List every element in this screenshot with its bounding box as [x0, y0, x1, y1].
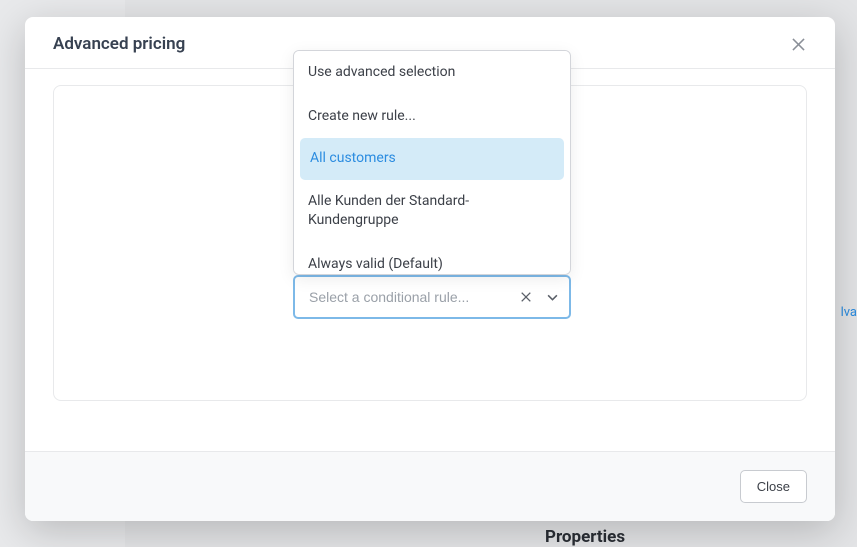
close-button[interactable]: Close: [740, 470, 807, 503]
clear-icon[interactable]: [519, 290, 533, 304]
modal-body: Use advanced selection Create new rule..…: [25, 69, 835, 451]
rule-select-input[interactable]: [309, 289, 519, 305]
dropdown-item-all-customers[interactable]: All customers: [300, 138, 564, 180]
partial-link[interactable]: lva: [841, 305, 857, 320]
chevron-down-icon[interactable]: [545, 290, 559, 304]
advanced-pricing-modal: Advanced pricing Use advanced selection …: [25, 17, 835, 521]
dropdown-item-create-rule[interactable]: Create new rule...: [294, 95, 570, 139]
close-icon[interactable]: [789, 35, 807, 53]
modal-footer: Close: [25, 451, 835, 521]
pricing-card: Use advanced selection Create new rule..…: [53, 85, 807, 401]
properties-heading: Properties: [545, 527, 625, 547]
select-icons: [519, 290, 559, 304]
dropdown-item-always-valid[interactable]: Always valid (Default): [294, 243, 570, 275]
modal-title: Advanced pricing: [53, 34, 185, 54]
dropdown-item-advanced-selection[interactable]: Use advanced selection: [294, 51, 570, 95]
rule-select[interactable]: [293, 275, 571, 319]
rule-dropdown[interactable]: Use advanced selection Create new rule..…: [293, 50, 571, 275]
dropdown-item-standard-group[interactable]: Alle Kunden der Standard-Kundengruppe: [294, 180, 570, 243]
